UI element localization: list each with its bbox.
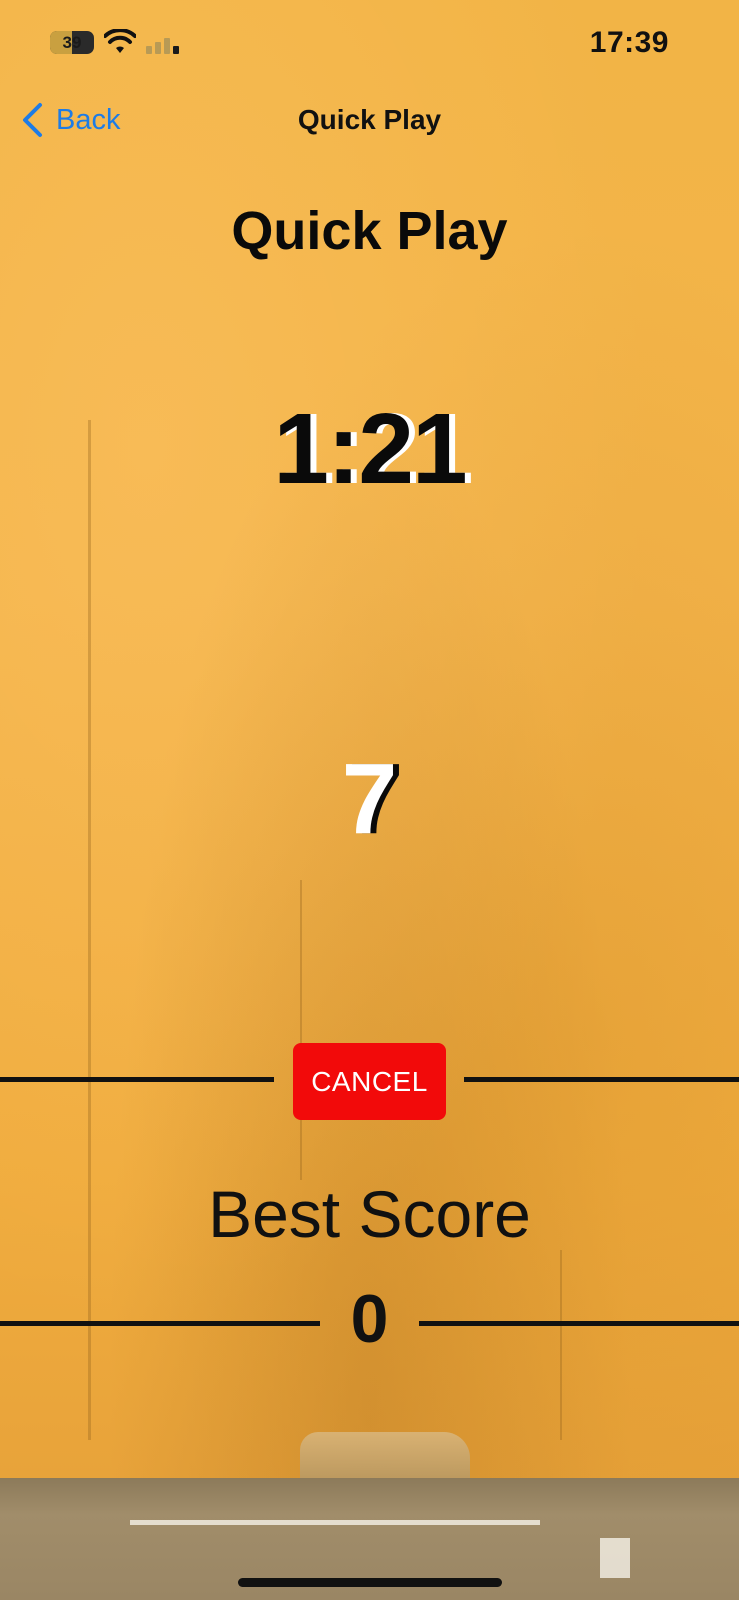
page-title: Quick Play [231,201,508,261]
road-marking [130,1520,540,1525]
status-bar: 39 17:39 [0,0,739,80]
divider-line [464,1077,739,1082]
cellular-signal-icon [146,32,182,54]
current-count: 7 [341,743,398,855]
rubble-debris [300,1432,470,1484]
divider-line [0,1077,274,1082]
wifi-icon [104,29,136,53]
wall-crack [300,880,302,1180]
battery-level: 39 [62,33,82,52]
best-score-label: Best Score [208,1177,531,1251]
divider-line [419,1321,739,1326]
cancel-button[interactable]: CANCEL [293,1043,446,1120]
best-score-value: 0 [350,1281,389,1357]
status-time: 17:39 [589,26,669,59]
battery-indicator: 39 [50,31,94,54]
countdown-timer: 1:21 [273,393,467,505]
home-indicator[interactable] [238,1578,502,1587]
road-marking [600,1538,630,1578]
navigation-bar: Back Quick Play [0,90,739,150]
nav-title: Quick Play [297,104,442,135]
